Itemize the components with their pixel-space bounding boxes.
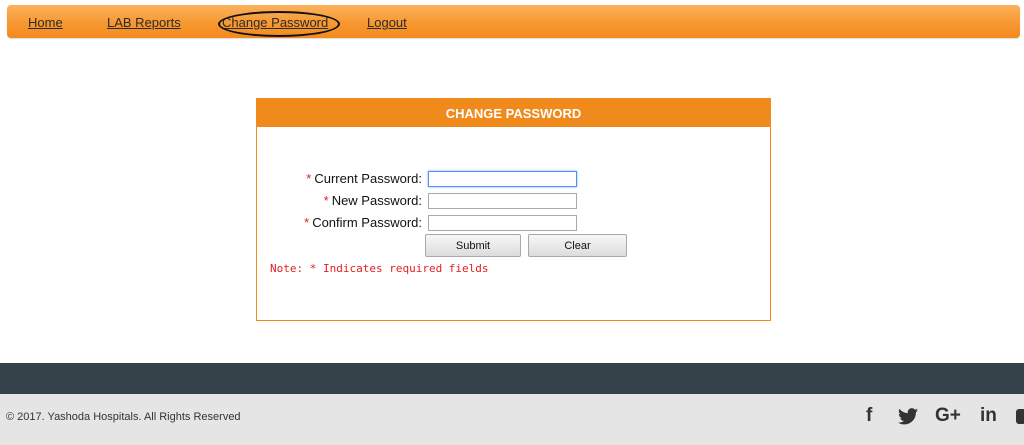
current-password-label: * Current Password: (306, 171, 422, 186)
panel-title: CHANGE PASSWORD (257, 99, 770, 127)
clear-button[interactable]: Clear (528, 234, 627, 257)
required-note: Note: * Indicates required fields (270, 262, 489, 275)
current-password-input[interactable] (428, 171, 577, 187)
current-password-row: * Current Password: (257, 169, 770, 189)
linkedin-icon[interactable]: in (980, 405, 997, 427)
submit-button[interactable]: Submit (425, 234, 521, 257)
current-password-label-text: Current Password: (314, 171, 422, 186)
confirm-password-label: * Confirm Password: (304, 215, 422, 230)
twitter-icon[interactable] (898, 405, 918, 430)
copyright-text: © 2017. Yashoda Hospitals. All Rights Re… (6, 411, 241, 423)
nav-change-password-link[interactable]: Change Password (222, 15, 328, 30)
confirm-password-input[interactable] (428, 215, 577, 231)
new-password-label-text: New Password: (331, 193, 422, 208)
extra-social-icon[interactable] (1016, 409, 1024, 424)
facebook-icon[interactable]: f (866, 405, 872, 427)
footer: © 2017. Yashoda Hospitals. All Rights Re… (0, 394, 1024, 445)
nav-home-link[interactable]: Home (28, 15, 63, 30)
required-mark: * (306, 171, 312, 186)
confirm-password-label-text: Confirm Password: (312, 215, 422, 230)
required-mark: * (304, 215, 310, 230)
new-password-label: * New Password: (324, 193, 422, 208)
nav-logout-link[interactable]: Logout (367, 15, 407, 30)
top-nav: Home LAB Reports Change Password Logout (7, 5, 1020, 38)
confirm-password-row: * Confirm Password: (257, 213, 770, 233)
nav-lab-reports-link[interactable]: LAB Reports (107, 15, 181, 30)
google-plus-icon[interactable]: G+ (935, 405, 961, 427)
footer-band (0, 363, 1024, 394)
change-password-panel: CHANGE PASSWORD * Current Password: * New … (256, 98, 771, 321)
new-password-row: * New Password: (257, 191, 770, 211)
new-password-input[interactable] (428, 193, 577, 209)
required-mark: * (323, 193, 329, 208)
